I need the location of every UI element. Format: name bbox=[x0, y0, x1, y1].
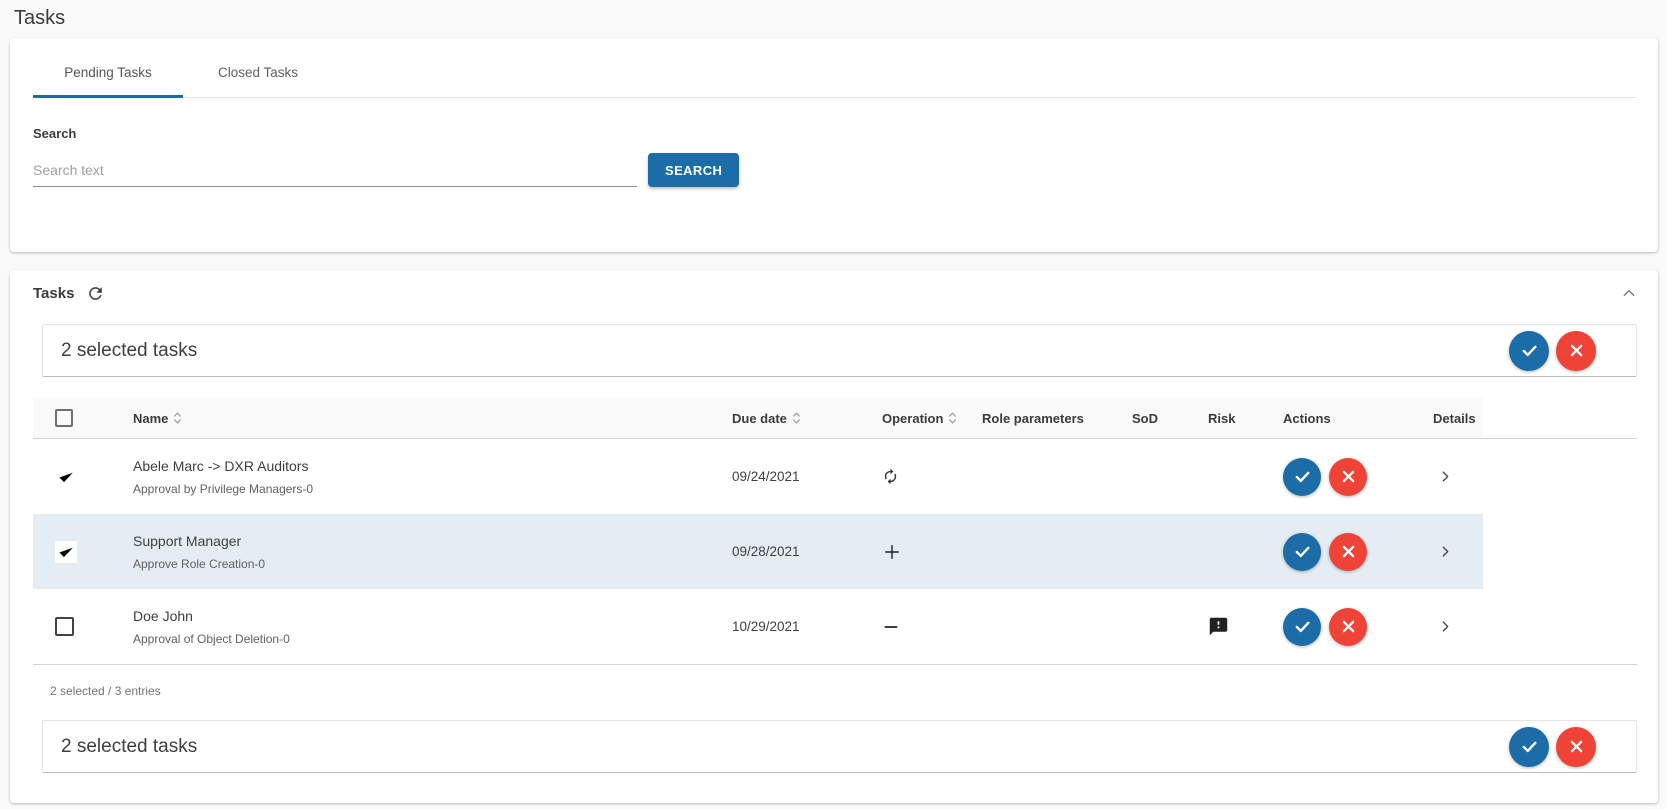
search-input[interactable] bbox=[33, 154, 637, 187]
table-header: Name Due date Operation Role parameters … bbox=[33, 398, 1483, 438]
x-icon bbox=[1567, 341, 1586, 360]
check-icon bbox=[1293, 617, 1312, 636]
column-header-role-parameters: Role parameters bbox=[961, 411, 1111, 426]
reject-task-button[interactable] bbox=[1329, 608, 1367, 646]
entries-summary: 2 selected / 3 entries bbox=[50, 684, 1637, 698]
due-date: 10/29/2021 bbox=[711, 619, 861, 634]
search-button[interactable]: SEARCH bbox=[648, 153, 739, 187]
task-subtitle: Approval by Privilege Managers-0 bbox=[133, 482, 711, 496]
column-header-operation[interactable]: Operation bbox=[861, 410, 961, 426]
reject-task-button[interactable] bbox=[1329, 533, 1367, 571]
tasks-card: Tasks 2 selected tasks Name Due date Ope… bbox=[10, 270, 1658, 803]
selected-count-text: 2 selected tasks bbox=[61, 340, 197, 362]
column-header-actions: Actions bbox=[1262, 411, 1412, 426]
sync-icon bbox=[882, 468, 899, 485]
check-icon bbox=[1293, 542, 1312, 561]
column-header-due-date[interactable]: Due date bbox=[711, 410, 861, 426]
reject-task-button[interactable] bbox=[1329, 458, 1367, 496]
refresh-icon[interactable] bbox=[86, 284, 105, 303]
chevron-up-icon[interactable] bbox=[1621, 285, 1637, 301]
row-checkbox[interactable] bbox=[55, 617, 74, 636]
tasks-table: Name Due date Operation Role parameters … bbox=[33, 398, 1637, 665]
approve-task-button[interactable] bbox=[1283, 608, 1321, 646]
page-title: Tasks bbox=[0, 0, 1666, 31]
task-subtitle: Approve Role Creation-0 bbox=[133, 557, 711, 571]
bulk-bar-top: 2 selected tasks bbox=[42, 324, 1637, 377]
tasks-panel-title: Tasks bbox=[33, 285, 74, 302]
task-name: Abele Marc -> DXR Auditors bbox=[133, 458, 711, 475]
approve-task-button[interactable] bbox=[1283, 533, 1321, 571]
approve-task-button[interactable] bbox=[1283, 458, 1321, 496]
plus-icon bbox=[882, 542, 902, 562]
column-header-risk: Risk bbox=[1187, 411, 1262, 426]
check-icon bbox=[1293, 467, 1312, 486]
tab-closed-tasks[interactable]: Closed Tasks bbox=[183, 50, 333, 97]
risk-alert-bubble-icon bbox=[1208, 616, 1229, 637]
column-header-name[interactable]: Name bbox=[123, 410, 711, 426]
details-chevron-icon[interactable] bbox=[1438, 619, 1453, 634]
details-chevron-icon[interactable] bbox=[1438, 469, 1453, 484]
column-header-details: Details bbox=[1412, 411, 1483, 426]
column-header-sod: SoD bbox=[1111, 411, 1187, 426]
due-date: 09/24/2021 bbox=[711, 469, 861, 484]
check-icon bbox=[1520, 737, 1539, 756]
x-icon bbox=[1567, 737, 1586, 756]
table-row[interactable]: Abele Marc -> DXR Auditors Approval by P… bbox=[33, 439, 1483, 514]
details-chevron-icon[interactable] bbox=[1438, 544, 1453, 559]
tab-pending-tasks[interactable]: Pending Tasks bbox=[33, 50, 183, 97]
search-label: Search bbox=[33, 126, 1637, 141]
select-all-checkbox[interactable] bbox=[55, 409, 73, 427]
selected-count-text: 2 selected tasks bbox=[61, 736, 197, 758]
table-row[interactable]: Support Manager Approve Role Creation-0 … bbox=[33, 514, 1483, 589]
selected-check-icon[interactable] bbox=[55, 466, 77, 488]
task-name: Doe John bbox=[133, 608, 711, 625]
task-name: Support Manager bbox=[133, 533, 711, 550]
table-body: Abele Marc -> DXR Auditors Approval by P… bbox=[33, 439, 1637, 664]
selected-check-icon[interactable] bbox=[55, 541, 77, 563]
bulk-reject-button[interactable] bbox=[1556, 727, 1596, 767]
task-subtitle: Approval of Object Deletion-0 bbox=[133, 632, 711, 646]
bulk-reject-button[interactable] bbox=[1556, 331, 1596, 371]
tabs: Pending Tasks Closed Tasks bbox=[33, 38, 1637, 98]
x-icon bbox=[1339, 542, 1358, 561]
table-row[interactable]: Doe John Approval of Object Deletion-0 1… bbox=[33, 589, 1483, 664]
sort-icon bbox=[948, 410, 957, 426]
sort-icon bbox=[792, 410, 801, 426]
x-icon bbox=[1339, 467, 1358, 486]
bulk-bar-bottom: 2 selected tasks bbox=[42, 720, 1637, 773]
search-card: Pending Tasks Closed Tasks Search SEARCH bbox=[10, 38, 1658, 252]
bulk-approve-button[interactable] bbox=[1509, 331, 1549, 371]
bulk-approve-button[interactable] bbox=[1509, 727, 1549, 767]
minus-icon bbox=[882, 618, 900, 636]
due-date: 09/28/2021 bbox=[711, 544, 861, 559]
sort-icon bbox=[173, 410, 182, 426]
table-bottom-divider bbox=[33, 664, 1637, 665]
check-icon bbox=[1520, 341, 1539, 360]
x-icon bbox=[1339, 617, 1358, 636]
